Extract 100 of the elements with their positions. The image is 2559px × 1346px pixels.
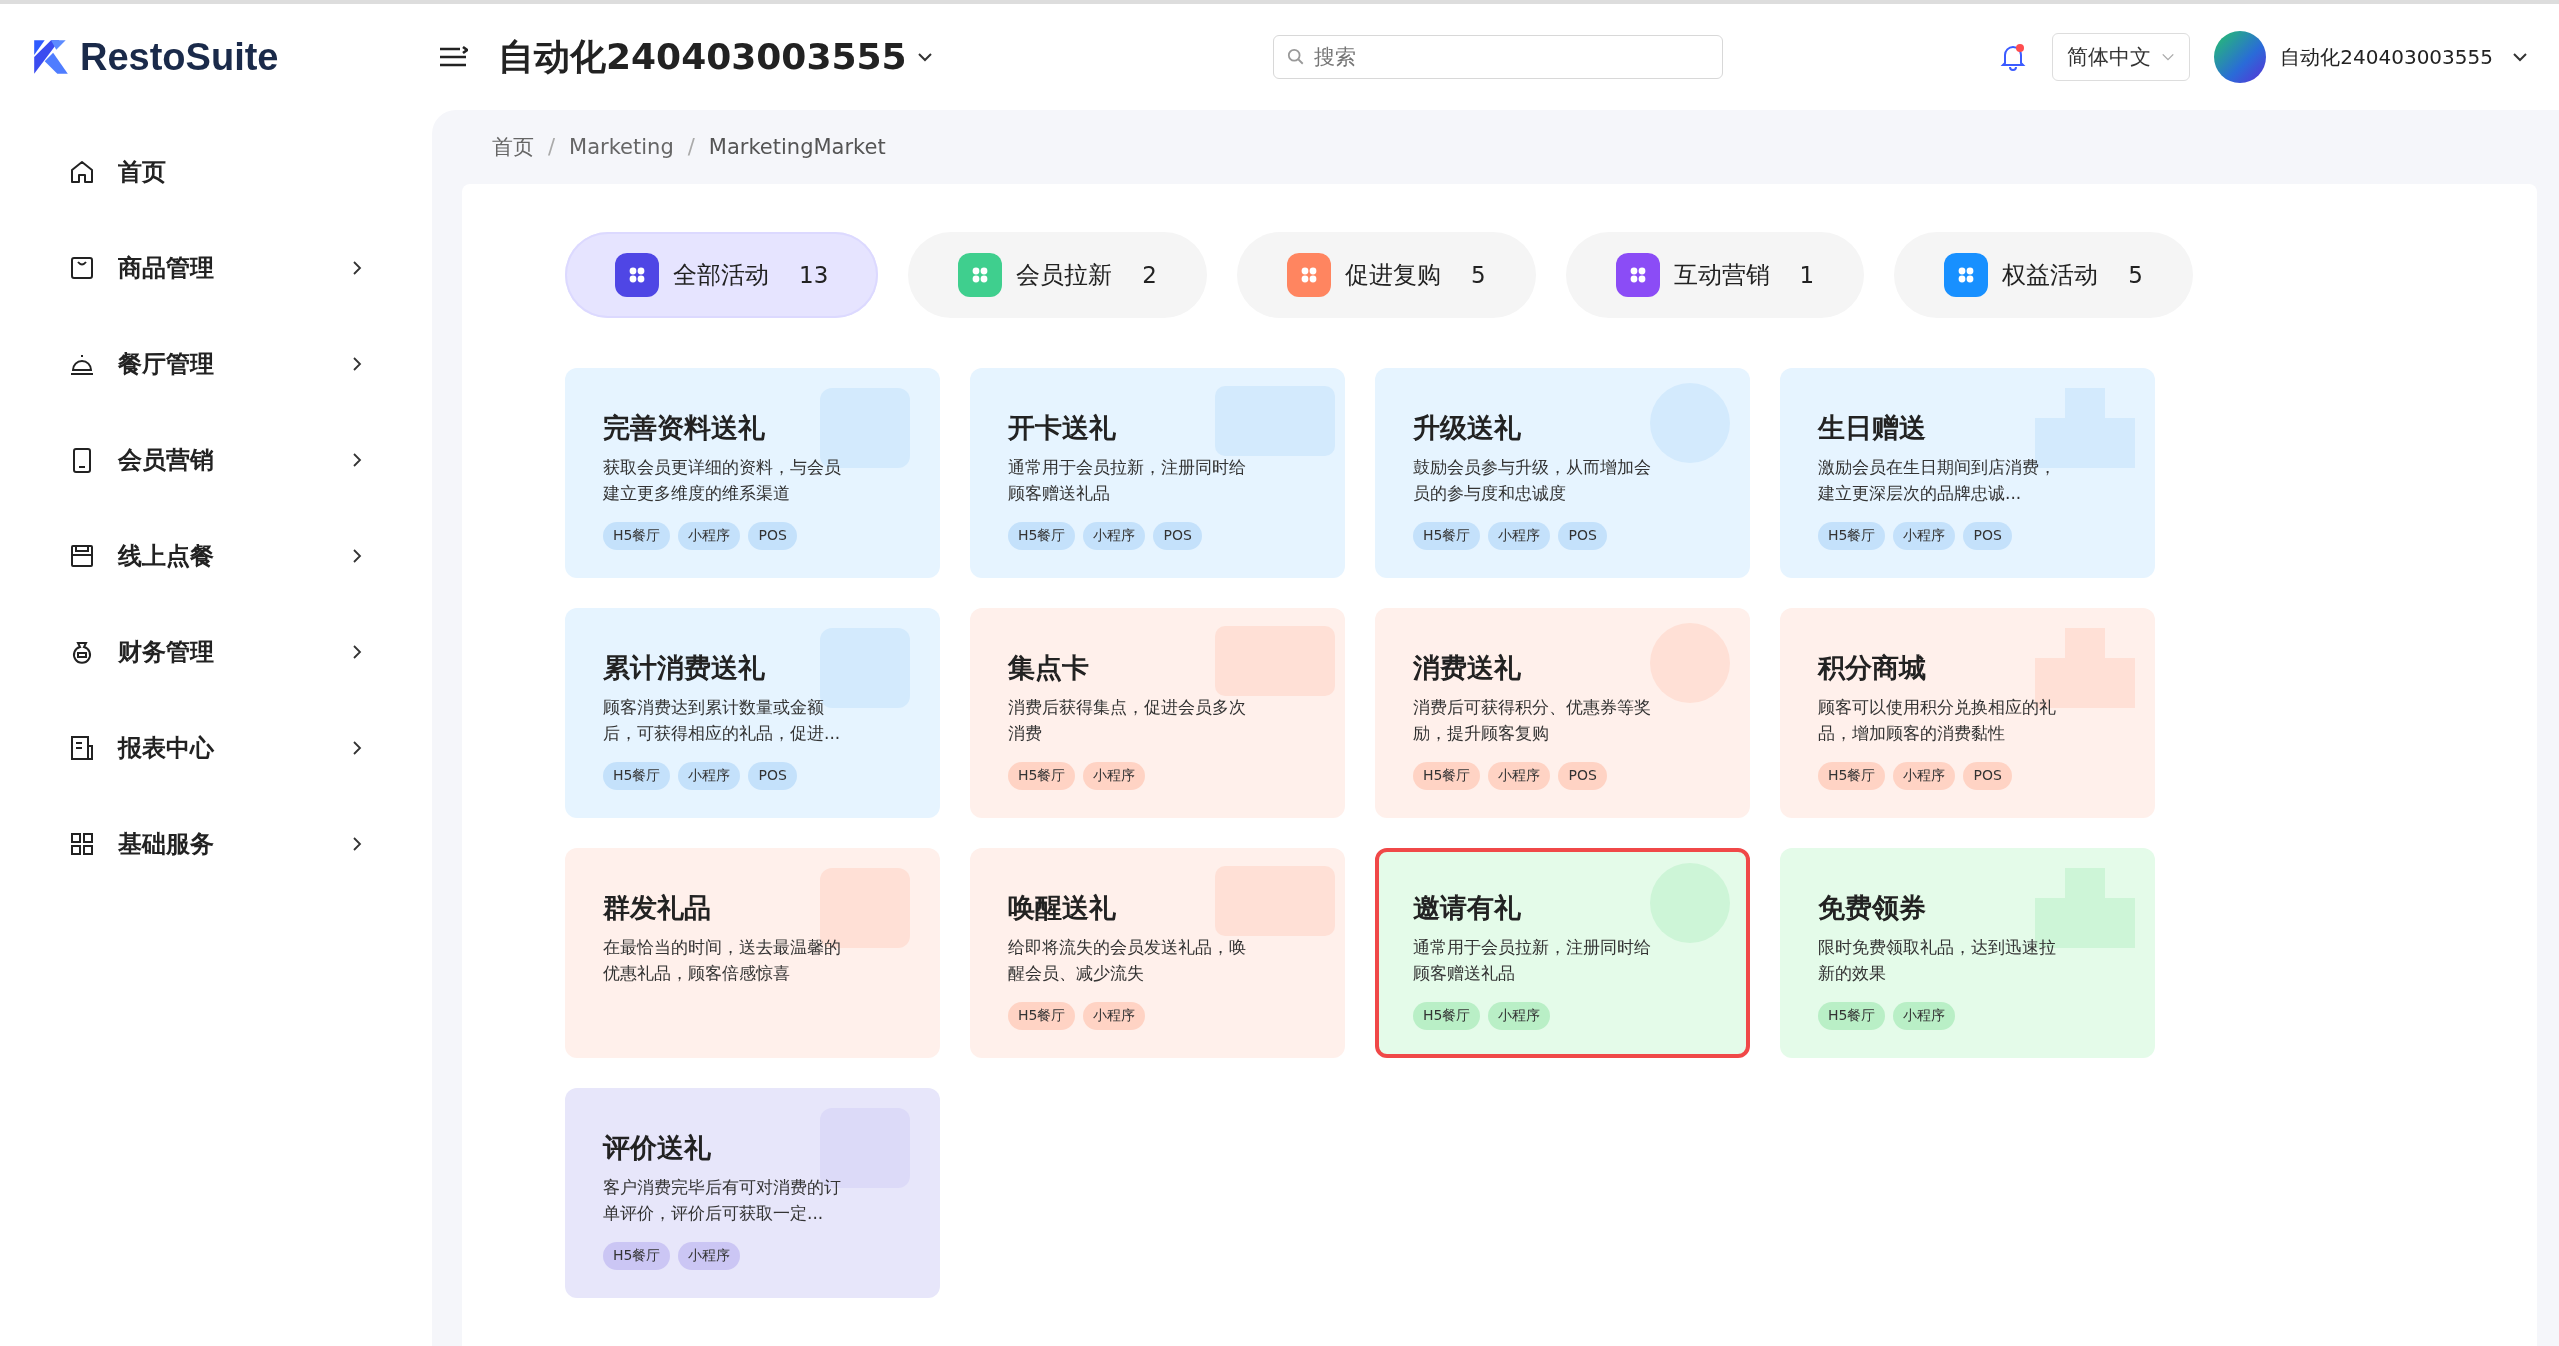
sidebar-item[interactable]: 财务管理 [0, 604, 432, 700]
channel-tag: 小程序 [678, 1242, 741, 1270]
card-description: 在最恰当的时间，送去最温馨的优惠礼品，顾客倍感惊喜 [603, 936, 842, 985]
card-description: 获取会员更详细的资料，与会员建立更多维度的维系渠道 [603, 456, 842, 505]
channel-tag: H5餐厅 [1413, 522, 1481, 550]
channel-tag: H5餐厅 [1008, 522, 1076, 550]
card-description: 限时免费领取礼品，达到迅速拉新的效果 [1818, 936, 2057, 985]
breadcrumb-link[interactable]: 首页 [492, 133, 534, 161]
channel-tag: H5餐厅 [603, 762, 671, 790]
card-description: 消费后获得集点，促进会员多次消费 [1008, 696, 1247, 745]
card-description: 顾客消费达到累计数量或金额后，可获得相应的礼品，促进... [603, 696, 842, 745]
card-title: 消费送礼 [1413, 651, 1522, 685]
card-description: 通常用于会员拉新，注册同时给顾客赠送礼品 [1008, 456, 1247, 505]
channel-tag: 小程序 [1488, 762, 1551, 790]
activity-card[interactable]: 评价送礼 客户消费完毕后有可对消费的订单评价，评价后可获取一定... H5餐厅 小程序 [565, 1088, 940, 1298]
sidebar-item[interactable]: 餐厅管理 [0, 316, 432, 412]
card-description: 激励会员在生日期间到店消费，建立更深层次的品牌忠诚... [1818, 456, 2057, 505]
activity-card[interactable]: 生日赠送 激励会员在生日期间到店消费，建立更深层次的品牌忠诚... H5餐厅 小程序 POS [1780, 368, 2155, 578]
category-tab[interactable]: 促进复购 5 [1236, 232, 1536, 318]
card-title: 积分商城 [1818, 651, 1927, 685]
sidebar-item[interactable]: 基础服务 [0, 796, 432, 892]
brand-name: RestoSuite [80, 35, 279, 79]
sidebar-item[interactable]: 会员营销 [0, 412, 432, 508]
box-icon [68, 542, 96, 570]
chevron-icon [352, 452, 362, 468]
channel-tag: 小程序 [678, 522, 741, 550]
category-tab[interactable]: 全部活动 13 [565, 232, 879, 318]
activity-card[interactable]: 邀请有礼 通常用于会员拉新，注册同时给顾客赠送礼品 H5餐厅 小程序 [1375, 848, 1750, 1058]
channel-tag: H5餐厅 [603, 522, 671, 550]
card-description: 鼓励会员参与升级，从而增加会员的参与度和忠诚度 [1413, 456, 1652, 505]
grid-icon [68, 830, 96, 858]
breadcrumb-link[interactable]: MarketingMarket [708, 135, 886, 159]
channel-tag: H5餐厅 [1413, 762, 1481, 790]
breadcrumb-link[interactable]: Marketing [569, 135, 674, 159]
channel-tag: 小程序 [1488, 522, 1551, 550]
category-tab[interactable]: 权益活动 5 [1894, 232, 2193, 318]
card-description: 消费后可获得积分、优惠券等奖励，提升顾客复购 [1413, 696, 1652, 745]
tab-label: 会员拉新 [1016, 260, 1113, 291]
channel-tag: POS [1153, 522, 1202, 550]
channel-tag: H5餐厅 [1413, 1002, 1481, 1030]
activity-card[interactable]: 免费领券 限时免费领取礼品，达到迅速拉新的效果 H5餐厅 小程序 [1780, 848, 2155, 1058]
sidebar-item[interactable]: 商品管理 [0, 220, 432, 316]
channel-tag: 小程序 [1893, 762, 1956, 790]
activity-card[interactable]: 集点卡 消费后获得集点，促进会员多次消费 H5餐厅 小程序 [970, 608, 1345, 818]
activity-card[interactable]: 群发礼品 在最恰当的时间，送去最温馨的优惠礼品，顾客倍感惊喜 [565, 848, 940, 1058]
bag-icon [68, 254, 96, 282]
chevron-icon [352, 644, 362, 660]
bell-icon[interactable] [2000, 43, 2027, 71]
channel-tag: 小程序 [1488, 1002, 1551, 1030]
document-icon [68, 734, 96, 762]
activity-card[interactable]: 唤醒送礼 给即将流失的会员发送礼品，唤醒会员、减少流失 H5餐厅 小程序 [970, 848, 1345, 1058]
channel-tag: POS [1963, 522, 2012, 550]
card-title: 评价送礼 [603, 1131, 712, 1165]
channel-tag: 小程序 [1893, 522, 1956, 550]
language-selector[interactable]: 简体中文 [2052, 33, 2191, 81]
tab-count: 13 [799, 262, 829, 288]
card-title: 完善资料送礼 [603, 411, 766, 445]
search-field[interactable]: 搜索 [1272, 35, 1723, 79]
category-tab[interactable]: 会员拉新 2 [908, 232, 1207, 318]
activity-card[interactable]: 开卡送礼 通常用于会员拉新，注册同时给顾客赠送礼品 H5餐厅 小程序 POS [970, 368, 1345, 578]
sidebar-item[interactable]: 首页 [0, 124, 432, 220]
card-title: 累计消费送礼 [603, 651, 766, 685]
avatar[interactable] [2214, 31, 2267, 83]
activity-card[interactable]: 升级送礼 鼓励会员参与升级，从而增加会员的参与度和忠诚度 H5餐厅 小程序 POS [1375, 368, 1750, 578]
channel-tag: H5餐厅 [1008, 1002, 1076, 1030]
tab-count: 2 [1142, 262, 1157, 288]
search-icon [1286, 48, 1305, 66]
activity-card[interactable]: 积分商城 顾客可以使用积分兑换相应的礼品，增加顾客的消费黏性 H5餐厅 小程序 POS [1780, 608, 2155, 818]
activity-card[interactable]: 完善资料送礼 获取会员更详细的资料，与会员建立更多维度的维系渠道 H5餐厅 小程序 POS [565, 368, 940, 578]
tab-label: 全部活动 [673, 260, 769, 291]
card-description: 通常用于会员拉新，注册同时给顾客赠送礼品 [1413, 936, 1652, 985]
channel-tag: POS [1558, 522, 1607, 550]
card-description: 顾客可以使用积分兑换相应的礼品，增加顾客的消费黏性 [1818, 696, 2057, 745]
card-title: 集点卡 [1008, 651, 1090, 685]
card-description: 给即将流失的会员发送礼品，唤醒会员、减少流失 [1008, 936, 1247, 985]
activity-card[interactable]: 累计消费送礼 顾客消费达到累计数量或金额后，可获得相应的礼品，促进... H5餐厅 小程序 POS [565, 608, 940, 818]
chevron-icon [352, 836, 362, 852]
tab-count: 5 [1470, 262, 1486, 288]
category-tab[interactable]: 互动营销 1 [1565, 232, 1865, 318]
tab-label: 权益活动 [2002, 260, 2099, 291]
channel-tag: 小程序 [1893, 1002, 1956, 1030]
caret-icon [2511, 52, 2529, 62]
card-description: 客户消费完毕后有可对消费的订单评价，评价后可获取一定... [603, 1176, 842, 1225]
card-title: 群发礼品 [603, 891, 712, 925]
card-title: 开卡送礼 [1008, 411, 1117, 445]
channel-tag: H5餐厅 [1008, 762, 1076, 790]
tab-label: 促进复购 [1344, 260, 1441, 291]
channel-tag: POS [748, 762, 797, 790]
activity-card[interactable]: 消费送礼 消费后可获得积分、优惠券等奖励，提升顾客复购 H5餐厅 小程序 POS [1375, 608, 1750, 818]
user-menu[interactable]: 自动化240403003555 [2280, 43, 2529, 71]
channel-tag: POS [748, 522, 797, 550]
channel-tag: H5餐厅 [1818, 1002, 1886, 1030]
card-title: 唤醒送礼 [1008, 891, 1117, 925]
channel-tag: H5餐厅 [1818, 762, 1886, 790]
sidebar-item[interactable]: 线上点餐 [0, 508, 432, 604]
channel-tag: 小程序 [1083, 1002, 1146, 1030]
sidebar-item[interactable]: 报表中心 [0, 700, 432, 796]
chevron-icon [352, 548, 362, 564]
tab-label: 互动营销 [1673, 260, 1770, 291]
store-selector[interactable]: 自动化240403003555 [498, 32, 933, 82]
